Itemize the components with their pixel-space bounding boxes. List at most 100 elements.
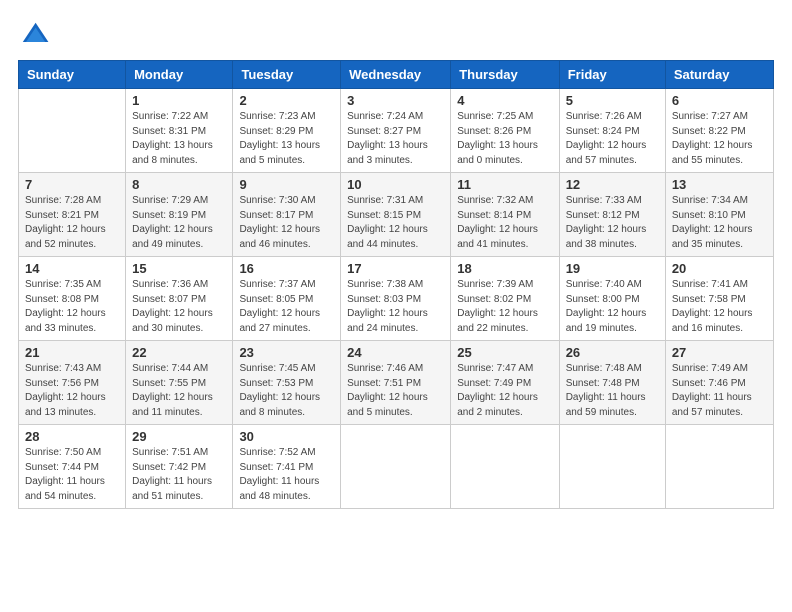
- weekday-header-row: SundayMondayTuesdayWednesdayThursdayFrid…: [19, 61, 774, 89]
- week-row-1: 1 Sunrise: 7:22 AM Sunset: 8:31 PM Daylig…: [19, 89, 774, 173]
- weekday-header-monday: Monday: [126, 61, 233, 89]
- calendar-cell: 8Sunrise: 7:29 AM Sunset: 8:19 PM Daylig…: [126, 173, 233, 257]
- day-info: Sunrise: 7:25 AM Sunset: 8:26 PM Dayligh…: [457, 110, 552, 168]
- day-number: 29: [132, 429, 226, 444]
- calendar-cell: 2 Sunrise: 7:23 AM Sunset: 8:29 PM Daylig…: [233, 89, 341, 173]
- day-number: 30: [239, 429, 334, 444]
- day-info: Sunrise: 7:43 AM Sunset: 7:56 PM Dayligh…: [25, 362, 119, 420]
- calendar-cell: 5 Sunrise: 7:26 AM Sunset: 8:24 PM Daylig…: [559, 89, 665, 173]
- page: SundayMondayTuesdayWednesdayThursdayFrid…: [0, 0, 792, 612]
- calendar-cell: 9 Sunrise: 7:30 AM Sunset: 8:17 PM Daylig…: [233, 173, 341, 257]
- calendar-cell: 4 Sunrise: 7:25 AM Sunset: 8:26 PM Daylig…: [451, 89, 559, 173]
- day-number: 27: [672, 345, 767, 360]
- week-row-4: 21 Sunrise: 7:43 AM Sunset: 7:56 PM Dayli…: [19, 341, 774, 425]
- weekday-header-sunday: Sunday: [19, 61, 126, 89]
- week-row-5: 28 Sunrise: 7:50 AM Sunset: 7:44 PM Dayli…: [19, 425, 774, 509]
- calendar-cell: 28 Sunrise: 7:50 AM Sunset: 7:44 PM Dayli…: [19, 425, 126, 509]
- calendar-cell: 18Sunrise: 7:39 AM Sunset: 8:02 PM Dayli…: [451, 257, 559, 341]
- day-info: Sunrise: 7:37 AM Sunset: 8:05 PM Dayligh…: [239, 278, 334, 336]
- weekday-header-wednesday: Wednesday: [341, 61, 451, 89]
- calendar-cell: 13 Sunrise: 7:34 AM Sunset: 8:10 PM Dayli…: [665, 173, 773, 257]
- day-number: 16: [239, 261, 334, 276]
- weekday-header-saturday: Saturday: [665, 61, 773, 89]
- calendar-cell: 1 Sunrise: 7:22 AM Sunset: 8:31 PM Daylig…: [126, 89, 233, 173]
- calendar-cell: [451, 425, 559, 509]
- day-info: Sunrise: 7:39 AM Sunset: 8:02 PM Dayligh…: [457, 278, 552, 336]
- day-info: Sunrise: 7:40 AM Sunset: 8:00 PM Dayligh…: [566, 278, 659, 336]
- day-info: Sunrise: 7:44 AM Sunset: 7:55 PM Dayligh…: [132, 362, 226, 420]
- day-number: 9: [239, 177, 334, 192]
- day-number: 21: [25, 345, 119, 360]
- day-info: Sunrise: 7:48 AM Sunset: 7:48 PM Dayligh…: [566, 362, 659, 420]
- logo: [18, 18, 54, 50]
- day-number: 3: [347, 93, 444, 108]
- day-number: 4: [457, 93, 552, 108]
- weekday-header-friday: Friday: [559, 61, 665, 89]
- day-number: 26: [566, 345, 659, 360]
- day-info: Sunrise: 7:49 AM Sunset: 7:46 PM Dayligh…: [672, 362, 767, 420]
- calendar-cell: 26 Sunrise: 7:48 AM Sunset: 7:48 PM Dayli…: [559, 341, 665, 425]
- calendar-cell: 23Sunrise: 7:45 AM Sunset: 7:53 PM Dayli…: [233, 341, 341, 425]
- calendar-cell: 24 Sunrise: 7:46 AM Sunset: 7:51 PM Dayli…: [341, 341, 451, 425]
- calendar-cell: 30Sunrise: 7:52 AM Sunset: 7:41 PM Dayli…: [233, 425, 341, 509]
- day-number: 19: [566, 261, 659, 276]
- day-info: Sunrise: 7:50 AM Sunset: 7:44 PM Dayligh…: [25, 446, 119, 504]
- day-info: Sunrise: 7:27 AM Sunset: 8:22 PM Dayligh…: [672, 110, 767, 168]
- day-number: 12: [566, 177, 659, 192]
- day-info: Sunrise: 7:38 AM Sunset: 8:03 PM Dayligh…: [347, 278, 444, 336]
- day-info: Sunrise: 7:24 AM Sunset: 8:27 PM Dayligh…: [347, 110, 444, 168]
- day-number: 25: [457, 345, 552, 360]
- calendar-table: SundayMondayTuesdayWednesdayThursdayFrid…: [18, 60, 774, 509]
- day-number: 17: [347, 261, 444, 276]
- day-info: Sunrise: 7:36 AM Sunset: 8:07 PM Dayligh…: [132, 278, 226, 336]
- day-info: Sunrise: 7:35 AM Sunset: 8:08 PM Dayligh…: [25, 278, 119, 336]
- calendar-cell: 29Sunrise: 7:51 AM Sunset: 7:42 PM Dayli…: [126, 425, 233, 509]
- day-info: Sunrise: 7:32 AM Sunset: 8:14 PM Dayligh…: [457, 194, 552, 252]
- header: [18, 18, 774, 50]
- day-number: 1: [132, 93, 226, 108]
- calendar-cell: 25Sunrise: 7:47 AM Sunset: 7:49 PM Dayli…: [451, 341, 559, 425]
- calendar-cell: [559, 425, 665, 509]
- logo-icon: [18, 18, 50, 50]
- calendar-cell: 19 Sunrise: 7:40 AM Sunset: 8:00 PM Dayli…: [559, 257, 665, 341]
- calendar-cell: 11 Sunrise: 7:32 AM Sunset: 8:14 PM Dayli…: [451, 173, 559, 257]
- weekday-header-thursday: Thursday: [451, 61, 559, 89]
- day-info: Sunrise: 7:22 AM Sunset: 8:31 PM Dayligh…: [132, 110, 226, 168]
- day-number: 22: [132, 345, 226, 360]
- weekday-header-tuesday: Tuesday: [233, 61, 341, 89]
- day-number: 24: [347, 345, 444, 360]
- day-number: 2: [239, 93, 334, 108]
- day-info: Sunrise: 7:34 AM Sunset: 8:10 PM Dayligh…: [672, 194, 767, 252]
- day-number: 13: [672, 177, 767, 192]
- calendar-cell: 7Sunrise: 7:28 AM Sunset: 8:21 PM Daylig…: [19, 173, 126, 257]
- calendar-cell: 3 Sunrise: 7:24 AM Sunset: 8:27 PM Daylig…: [341, 89, 451, 173]
- calendar-cell: 12 Sunrise: 7:33 AM Sunset: 8:12 PM Dayli…: [559, 173, 665, 257]
- day-number: 10: [347, 177, 444, 192]
- day-info: Sunrise: 7:33 AM Sunset: 8:12 PM Dayligh…: [566, 194, 659, 252]
- calendar-cell: 10 Sunrise: 7:31 AM Sunset: 8:15 PM Dayli…: [341, 173, 451, 257]
- day-number: 6: [672, 93, 767, 108]
- calendar-cell: [341, 425, 451, 509]
- calendar-cell: 15 Sunrise: 7:36 AM Sunset: 8:07 PM Dayli…: [126, 257, 233, 341]
- calendar-cell: 17 Sunrise: 7:38 AM Sunset: 8:03 PM Dayli…: [341, 257, 451, 341]
- day-number: 28: [25, 429, 119, 444]
- calendar-cell: 16 Sunrise: 7:37 AM Sunset: 8:05 PM Dayli…: [233, 257, 341, 341]
- day-number: 14: [25, 261, 119, 276]
- day-info: Sunrise: 7:30 AM Sunset: 8:17 PM Dayligh…: [239, 194, 334, 252]
- day-info: Sunrise: 7:26 AM Sunset: 8:24 PM Dayligh…: [566, 110, 659, 168]
- week-row-2: 7Sunrise: 7:28 AM Sunset: 8:21 PM Daylig…: [19, 173, 774, 257]
- calendar-cell: 22 Sunrise: 7:44 AM Sunset: 7:55 PM Dayli…: [126, 341, 233, 425]
- day-number: 15: [132, 261, 226, 276]
- day-number: 5: [566, 93, 659, 108]
- day-info: Sunrise: 7:23 AM Sunset: 8:29 PM Dayligh…: [239, 110, 334, 168]
- day-info: Sunrise: 7:41 AM Sunset: 7:58 PM Dayligh…: [672, 278, 767, 336]
- day-info: Sunrise: 7:46 AM Sunset: 7:51 PM Dayligh…: [347, 362, 444, 420]
- calendar-cell: 21 Sunrise: 7:43 AM Sunset: 7:56 PM Dayli…: [19, 341, 126, 425]
- calendar-cell: [665, 425, 773, 509]
- day-info: Sunrise: 7:28 AM Sunset: 8:21 PM Dayligh…: [25, 194, 119, 252]
- day-number: 23: [239, 345, 334, 360]
- day-number: 8: [132, 177, 226, 192]
- day-info: Sunrise: 7:31 AM Sunset: 8:15 PM Dayligh…: [347, 194, 444, 252]
- week-row-3: 14 Sunrise: 7:35 AM Sunset: 8:08 PM Dayli…: [19, 257, 774, 341]
- day-number: 11: [457, 177, 552, 192]
